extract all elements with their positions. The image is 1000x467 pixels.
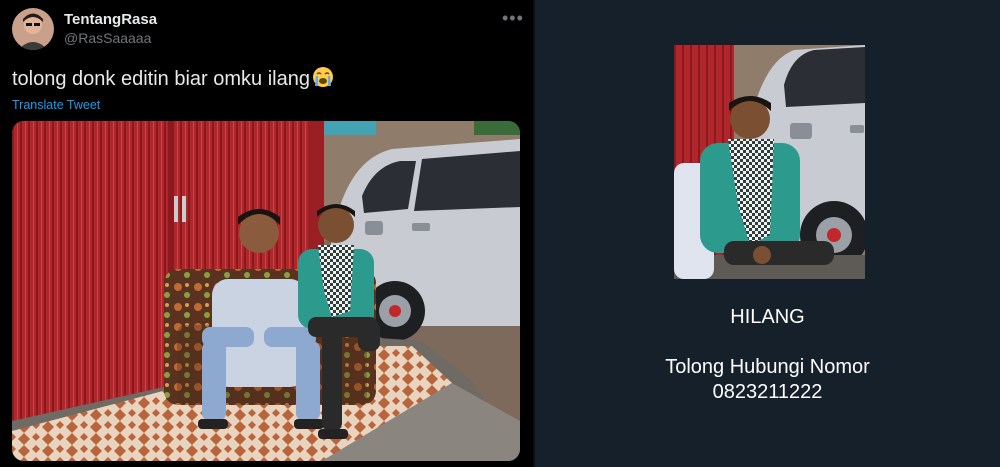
user-handle[interactable]: @RasSaaaaa [64,30,151,46]
translate-tweet-link[interactable]: Translate Tweet [12,98,100,112]
avatar[interactable] [12,8,54,50]
tweet-text-row: tolong donk editin biar omku ilang [12,66,334,91]
missing-poster: HILANG Tolong Hubungi Nomor 0823211222 [535,0,1000,467]
more-icon[interactable]: ••• [502,8,524,29]
poster-title: HILANG [730,306,805,328]
display-name[interactable]: TentangRasa [64,11,157,28]
poster-photo [674,45,865,279]
tweet-photo[interactable] [12,121,520,461]
tweet-text: tolong donk editin biar omku ilang [12,68,310,90]
crying-face-emoji-icon [312,66,334,88]
poster-contact-line: Tolong Hubungi Nomor [665,356,870,378]
tweet-card: TentangRasa @RasSaaaaa ••• tolong donk e… [0,0,533,467]
poster-phone-number: 0823211222 [712,381,823,403]
